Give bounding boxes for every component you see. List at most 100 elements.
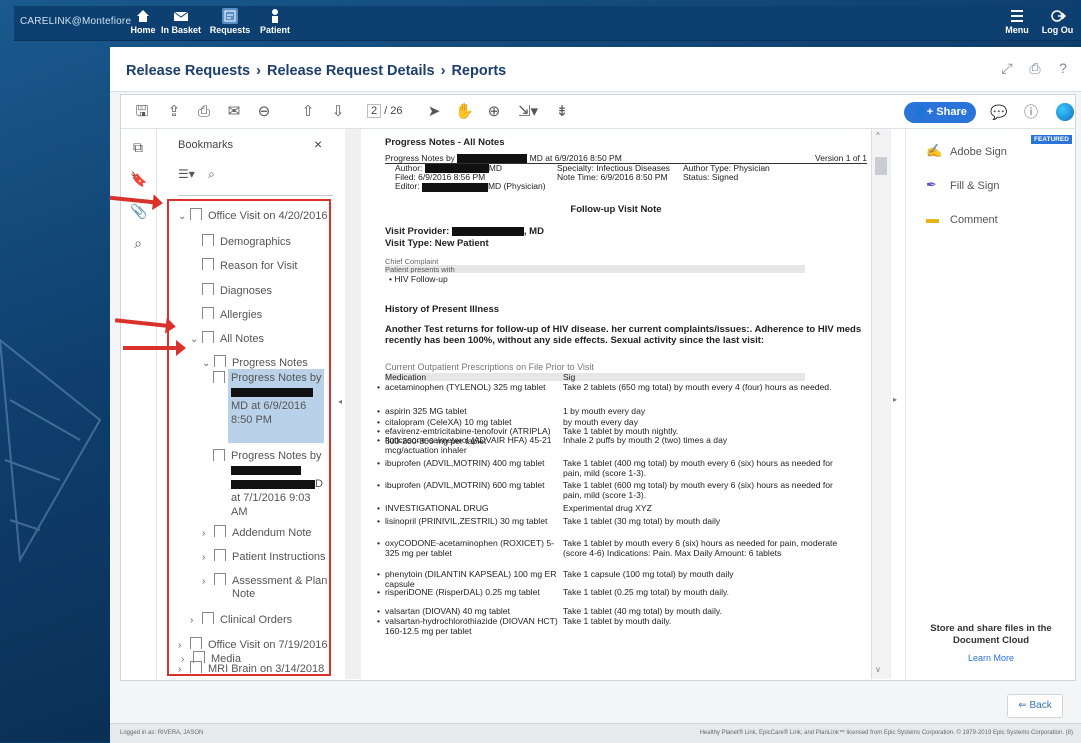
zoom-out-icon[interactable]: ⊖	[255, 103, 273, 121]
save-icon[interactable]: 🖫	[133, 103, 151, 121]
divider	[178, 195, 333, 196]
medication-name: • valsartan (DIOVAN) 40 mg tablet	[377, 606, 510, 616]
breadcrumb-release-requests[interactable]: Release Requests	[126, 63, 250, 79]
help-icon[interactable]: ?	[1055, 60, 1071, 76]
document-area: Progress Notes - All Notes Progress Note…	[345, 129, 891, 679]
hand-tool-icon[interactable]: ✋	[455, 103, 474, 121]
learn-more-link[interactable]: Learn More	[916, 653, 1066, 663]
medication-name: • lisinopril (PRINIVIL,ZESTRIL) 30 mg tab…	[377, 516, 548, 526]
tool-comment[interactable]: ▬ Comment	[926, 211, 998, 226]
breadcrumb-release-request-details[interactable]: Release Request Details	[267, 63, 435, 79]
medication-sig: Take 1 tablet (600 mg total) by mouth ev…	[563, 480, 833, 500]
footer: Logged in as: RIVERA, JASON Healthy Plan…	[110, 723, 1081, 743]
medication-name: • phenytoin (DILANTIN KAPSEAL) 100 mg ER …	[377, 569, 557, 589]
background-antenna-graphic	[0, 338, 102, 564]
hamburger-menu-icon	[1011, 10, 1023, 22]
bookmark-media[interactable]: › Media	[181, 651, 241, 665]
copyright-notice: Healthy Planet® Link, EpicCare® Link, an…	[699, 730, 1073, 736]
medication-sig: Take 1 tablet (0.25 mg total) by mouth d…	[563, 587, 730, 597]
medication-sig: Take 2 tablets (650 mg total) by mouth e…	[563, 382, 832, 392]
nav-requests[interactable]: Requests	[205, 8, 255, 38]
comment-bubble-icon[interactable]: 💬	[989, 102, 1009, 122]
tool-fill-sign[interactable]: ✒ Fill & Sign	[926, 177, 1000, 193]
medication-name: • oxyCODONE-acetaminophen (ROXICET) 5-325…	[377, 538, 555, 558]
medication-name: • INVESTIGATIONAL DRUG	[377, 503, 489, 513]
document-cloud-promo: Store and share files in the Document Cl…	[930, 623, 1052, 646]
find-bookmark-icon[interactable]: ⌕	[208, 167, 215, 181]
bookmark-icon[interactable]: 🔖	[130, 171, 147, 187]
logout-icon	[1050, 10, 1066, 22]
col-medication: Medication	[385, 372, 427, 382]
comment-icon: ▬	[926, 211, 939, 226]
page-down-icon[interactable]: ⇩	[329, 103, 347, 121]
scrollbar-thumb[interactable]	[875, 157, 887, 175]
collapse-left-icon[interactable]: ◂	[338, 397, 342, 406]
vertical-scrollbar[interactable]: ^ v	[871, 129, 890, 679]
user-avatar-icon[interactable]	[1056, 103, 1074, 121]
expand-icon[interactable]: ⤢	[999, 60, 1015, 76]
page-number-input[interactable]: 2	[367, 104, 382, 118]
medication-name: • ibuprofen (ADVIL,MOTRIN) 600 mg tablet	[377, 480, 545, 490]
hpi-title: History of Present Illness	[385, 304, 500, 315]
pdf-viewer: 🖫 ⇪ ⎙ ✉ ⊖ ⇧ ⇩ 2/ 26 ➤ ✋ ⊕ ⇲▾ ⇟ 👤+ Share …	[109, 94, 1076, 681]
nav-patient[interactable]: Patient	[250, 8, 300, 38]
app-frame: Release Requests › Release Request Details…	[109, 47, 1081, 723]
col-sig: Sig	[563, 372, 576, 382]
medication-sig: Take 1 tablet (40 mg total) by mouth dai…	[563, 606, 722, 616]
breadcrumb-separator-icon: ›	[256, 63, 261, 79]
top-navigation-bar: CARELINK@Montefiore Home In Basket Reque…	[14, 6, 1081, 41]
close-icon[interactable]: ×	[314, 136, 322, 152]
medication-sig: Take 1 tablet (30 mg total) by mouth dai…	[563, 516, 721, 526]
attachment-icon[interactable]: 📎	[130, 203, 147, 219]
arrow-left-icon: ⇐	[1018, 700, 1030, 711]
annotation-red-box	[167, 199, 331, 676]
tool-adobe-sign[interactable]: ✍ Adobe Sign	[926, 143, 1007, 159]
chevron-right-icon[interactable]: ›	[181, 654, 193, 665]
pages-icon[interactable]: ⧉	[130, 139, 146, 155]
medication-name: • aspirin 325 MG tablet	[377, 406, 467, 416]
scroll-down-icon[interactable]: v	[876, 665, 880, 674]
note-meta-left: Author: MD Filed: 6/9/2016 8:56 PM Edito…	[395, 163, 546, 192]
nav-in-basket[interactable]: In Basket	[156, 8, 206, 38]
rx-title: Current Outpatient Prescriptions on File…	[385, 362, 594, 372]
select-cursor-icon[interactable]: ➤	[425, 103, 443, 121]
fit-page-icon[interactable]: ⇲▾	[515, 103, 541, 121]
visit-note-title: Follow-up Visit Note	[570, 204, 662, 215]
upload-icon[interactable]: ⇪	[165, 103, 183, 121]
medication-name: • acetaminophen (TYLENOL) 325 mg tablet	[377, 382, 546, 392]
help-circle-icon[interactable]: ⓘ	[1021, 102, 1041, 122]
redacted-name	[457, 154, 528, 164]
breadcrumb-reports: Reports	[451, 63, 507, 79]
page-total: / 26	[384, 105, 403, 117]
scroll-mode-icon[interactable]: ⇟	[553, 103, 571, 121]
fill-sign-icon: ✒	[926, 177, 937, 192]
search-icon[interactable]: ⌕	[130, 235, 146, 251]
table-header-bar	[385, 373, 805, 381]
bookmark-options-icon[interactable]: ☰▾	[178, 167, 195, 181]
medication-name: • risperiDONE (RisperDAL) 0.25 mg tablet	[377, 587, 540, 597]
medication-name: • valsartan-hydrochlorothiazide (DIOVAN H…	[377, 616, 558, 636]
annotation-arrow	[123, 340, 186, 356]
nav-logout[interactable]: Log Ou	[1034, 8, 1081, 38]
note-meta-right: Author Type: Physician Status: Signed	[683, 163, 770, 182]
visit-provider: Visit Provider: , MD	[385, 226, 544, 237]
back-button[interactable]: ⇐ Back	[1007, 694, 1063, 718]
medication-sig: Take 1 tablet (400 mg total) by mouth ev…	[563, 458, 833, 478]
email-icon[interactable]: ✉	[225, 103, 243, 121]
expand-right-panel-icon[interactable]: ▸	[893, 395, 897, 404]
scroll-up-icon[interactable]: ^	[876, 131, 880, 140]
medication-sig: 1 by mouth every day	[563, 406, 646, 416]
logged-in-user: Logged in as: RIVERA, JASON	[120, 730, 204, 736]
left-tool-strip: ⧉ 🔖 📎 ⌕	[121, 129, 157, 679]
page-up-icon[interactable]: ⇧	[299, 103, 317, 121]
medication-sig: Inhale 2 puffs by mouth 2 (two) times a …	[563, 435, 728, 445]
share-button[interactable]: 👤+ Share	[904, 102, 976, 123]
document-page: Progress Notes - All Notes Progress Note…	[361, 129, 871, 679]
patient-icon	[272, 9, 278, 23]
requests-icon	[222, 8, 238, 24]
print-icon[interactable]: ⎙	[195, 103, 213, 121]
print-icon[interactable]: ⎙	[1027, 60, 1043, 76]
mail-icon	[173, 11, 189, 21]
redacted-name	[421, 182, 488, 192]
zoom-in-icon[interactable]: ⊕	[485, 103, 503, 121]
